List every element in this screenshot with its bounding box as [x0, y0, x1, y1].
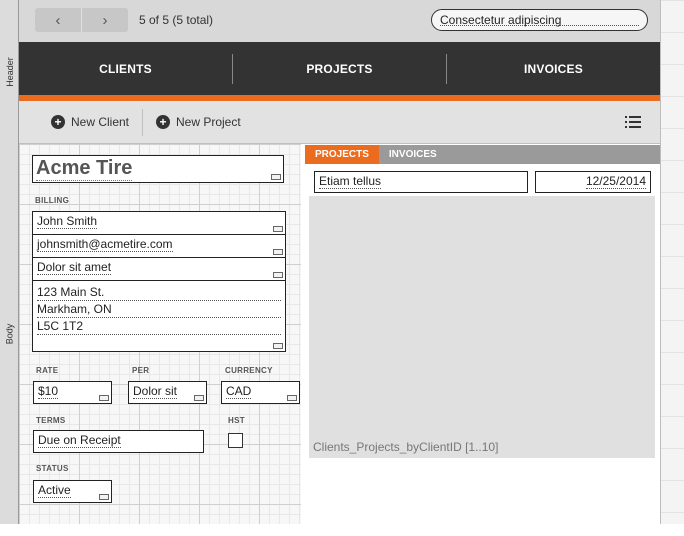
project-date-value: 12/25/2014	[585, 174, 646, 189]
address-line: L5C 1T2	[37, 318, 281, 335]
hst-checkbox[interactable]	[228, 433, 243, 448]
next-record-button[interactable]: ›	[81, 8, 128, 32]
portal-caption: Clients_Projects_byClientID [1..10]	[313, 440, 499, 454]
address-line: 123 Main St.	[37, 284, 281, 301]
new-project-label: New Project	[176, 115, 241, 129]
record-count: 5 of 5 (5 total)	[139, 13, 214, 27]
portal-tab-bar: PROJECTS INVOICES	[305, 145, 660, 164]
contact-name-value: John Smith	[37, 214, 98, 229]
address-field[interactable]: 123 Main St. Markham, ON L5C 1T2	[32, 280, 286, 352]
contact-name-field[interactable]: John Smith	[32, 211, 286, 235]
project-name-value: Etiam tellus	[319, 174, 382, 189]
email-value: johnsmith@acmetire.com	[37, 237, 173, 252]
nav-tab-invoices[interactable]: INVOICES	[447, 42, 660, 95]
field-menu-icon	[273, 343, 283, 349]
field-menu-icon	[287, 395, 297, 401]
address-line: Markham, ON	[37, 301, 281, 318]
rate-label: RATE	[36, 366, 59, 375]
field-menu-icon	[271, 174, 281, 180]
field-menu-icon	[99, 494, 109, 500]
nav-tab-clients[interactable]: CLIENTS	[19, 42, 232, 95]
chevron-right-icon: ›	[102, 11, 108, 29]
header-part-label: Header	[4, 57, 15, 87]
field-menu-icon	[273, 249, 283, 255]
nav-tab-projects[interactable]: PROJECTS	[233, 42, 446, 95]
status-value: Active	[38, 483, 71, 498]
field-menu-icon	[194, 395, 204, 401]
client-name-value: Acme Tire	[36, 157, 133, 181]
project-date-field[interactable]: 12/25/2014	[535, 171, 651, 193]
action-bar: + New Client + New Project	[19, 101, 660, 144]
per-value: Dolor sit	[133, 384, 178, 399]
address-line-empty	[37, 335, 281, 351]
status-label: STATUS	[36, 464, 69, 473]
rate-value: $10	[38, 384, 59, 399]
rate-field[interactable]: $10	[33, 381, 112, 404]
per-label: PER	[132, 366, 150, 375]
hst-label: HST	[228, 416, 245, 425]
right-gutter	[660, 0, 684, 524]
field-menu-icon	[273, 226, 283, 232]
terms-field[interactable]: Due on Receipt	[33, 430, 204, 453]
currency-label: CURRENCY	[225, 366, 273, 375]
currency-field[interactable]: CAD	[221, 381, 300, 404]
field-menu-icon	[99, 395, 109, 401]
record-nav-buttons: ‹ ›	[35, 8, 128, 32]
main-nav: CLIENTS PROJECTS INVOICES	[19, 42, 660, 95]
plus-circle-icon: +	[156, 115, 170, 129]
plus-circle-icon: +	[51, 115, 65, 129]
portal-tab-projects[interactable]: PROJECTS	[305, 145, 379, 164]
chevron-left-icon: ‹	[55, 11, 61, 29]
terms-label: TERMS	[36, 416, 66, 425]
terms-value: Due on Receipt	[38, 433, 121, 448]
field-menu-icon	[273, 272, 283, 278]
per-field[interactable]: Dolor sit	[128, 381, 207, 404]
projects-portal[interactable]: Clients_Projects_byClientID [1..10]	[309, 196, 655, 458]
billing-extra-value: Dolor sit amet	[37, 260, 112, 275]
previous-record-button[interactable]: ‹	[35, 8, 81, 32]
billing-extra-field[interactable]: Dolor sit amet	[32, 257, 286, 281]
new-client-button[interactable]: + New Client	[51, 115, 129, 129]
currency-value: CAD	[226, 384, 252, 399]
search-input[interactable]: Consectetur adipiscing	[431, 9, 648, 31]
new-project-button[interactable]: + New Project	[156, 115, 241, 129]
list-view-icon[interactable]	[625, 116, 641, 129]
email-field[interactable]: johnsmith@acmetire.com	[32, 234, 286, 258]
new-client-label: New Client	[71, 115, 130, 129]
billing-label: BILLING	[35, 196, 70, 205]
body-part-label: Body	[4, 323, 15, 345]
project-name-field[interactable]: Etiam tellus	[314, 171, 528, 193]
status-field[interactable]: Active	[33, 480, 112, 503]
action-divider	[142, 109, 143, 136]
record-toolbar: ‹ › 5 of 5 (5 total) Consectetur adipisc…	[19, 0, 660, 42]
portal-tab-invoices[interactable]: INVOICES	[379, 145, 447, 164]
search-underline	[440, 25, 639, 26]
client-name-field[interactable]: Acme Tire	[32, 155, 284, 183]
